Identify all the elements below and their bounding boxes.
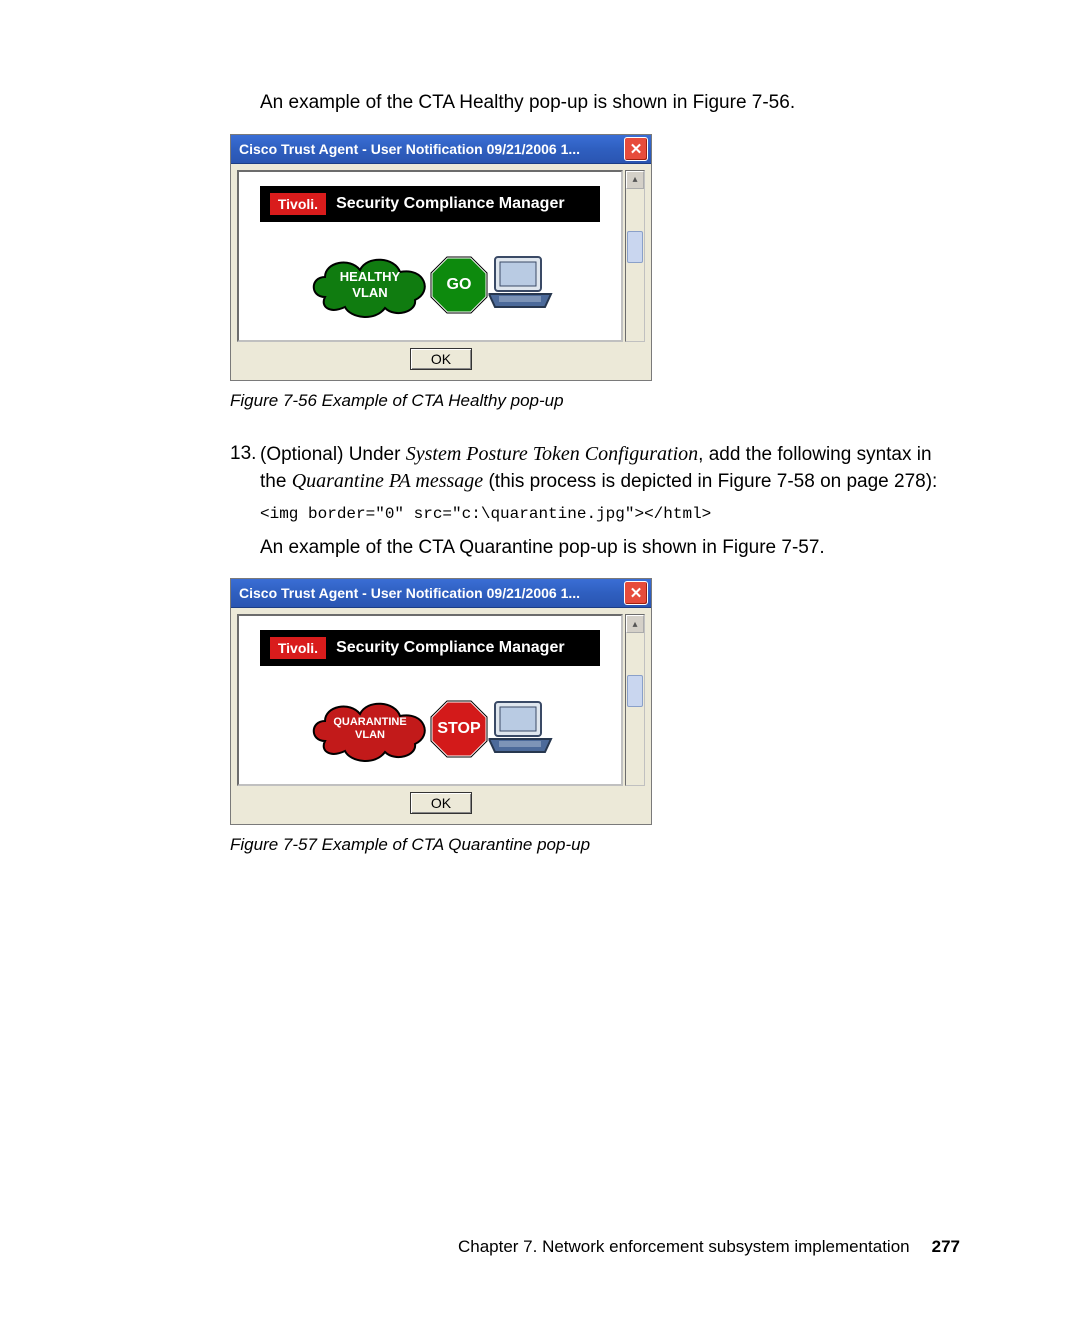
titlebar: Cisco Trust Agent - User Notification 09… [231, 135, 651, 164]
intro-text-2: An example of the CTA Quarantine pop-up … [260, 535, 960, 561]
banner-text: Security Compliance Manager [336, 195, 565, 213]
tivoli-logo: Tivoli. [270, 193, 326, 215]
popup-content: Tivoli. Security Compliance Manager HEAL… [237, 170, 623, 342]
banner-text: Security Compliance Manager [336, 639, 565, 657]
laptop-icon [485, 697, 555, 762]
cta-quarantine-popup: Cisco Trust Agent - User Notification 09… [230, 578, 652, 825]
intro-text-1: An example of the CTA Healthy pop-up is … [260, 90, 960, 116]
ok-button[interactable]: OK [410, 348, 472, 370]
close-icon[interactable]: ✕ [624, 581, 648, 605]
tivoli-banner: Tivoli. Security Compliance Manager [260, 186, 600, 222]
scroll-thumb[interactable] [627, 231, 643, 263]
scroll-up-icon[interactable]: ▴ [626, 615, 644, 633]
titlebar: Cisco Trust Agent - User Notification 09… [231, 579, 651, 608]
page-footer: Chapter 7. Network enforcement subsystem… [458, 1237, 960, 1257]
tivoli-logo: Tivoli. [270, 637, 326, 659]
healthy-vlan-cloud-icon: HEALTHY VLAN [305, 252, 435, 318]
go-sign-icon: GO [427, 253, 491, 317]
ok-button[interactable]: OK [410, 792, 472, 814]
figure-56-caption: Figure 7-56 Example of CTA Healthy pop-u… [230, 391, 960, 411]
vertical-scrollbar[interactable]: ▴ [625, 614, 645, 786]
tivoli-banner: Tivoli. Security Compliance Manager [260, 630, 600, 666]
figure-57-caption: Figure 7-57 Example of CTA Quarantine po… [230, 835, 960, 855]
window-title: Cisco Trust Agent - User Notification 09… [239, 141, 580, 157]
quarantine-vlan-cloud-icon: QUARANTINE VLAN [305, 696, 435, 762]
code-snippet: <img border="0" src="c:\quarantine.jpg">… [260, 505, 960, 523]
cta-healthy-popup: Cisco Trust Agent - User Notification 09… [230, 134, 652, 381]
scroll-up-icon[interactable]: ▴ [626, 171, 644, 189]
step-13: 13. (Optional) Under System Posture Toke… [230, 441, 960, 495]
laptop-icon [485, 252, 555, 317]
close-icon[interactable]: ✕ [624, 137, 648, 161]
scroll-thumb[interactable] [627, 675, 643, 707]
window-title: Cisco Trust Agent - User Notification 09… [239, 585, 580, 601]
vertical-scrollbar[interactable]: ▴ [625, 170, 645, 342]
popup-content: Tivoli. Security Compliance Manager QUAR… [237, 614, 623, 786]
stop-sign-icon: STOP [427, 697, 491, 761]
